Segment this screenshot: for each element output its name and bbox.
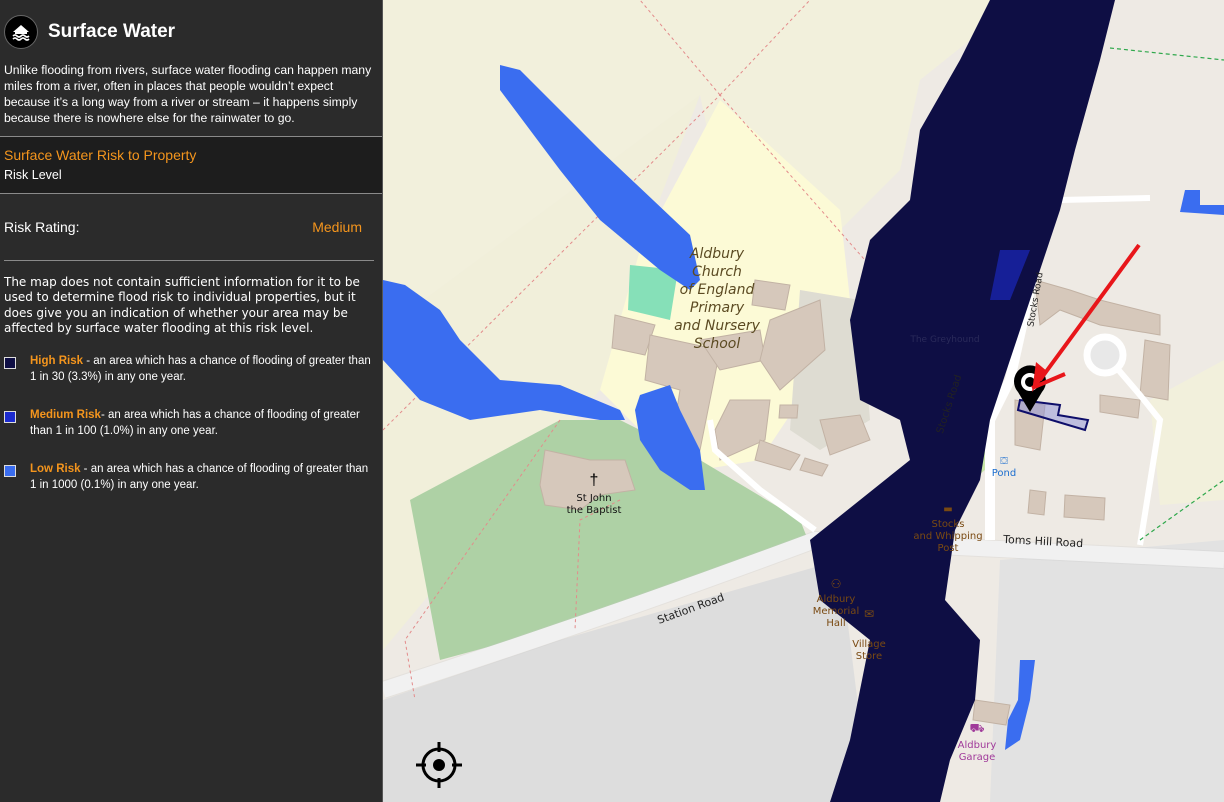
- svg-text:Store: Store: [856, 651, 882, 662]
- people-icon: ⚇: [831, 577, 842, 591]
- svg-text:Village: Village: [852, 639, 886, 650]
- legend-swatch-low: [4, 464, 16, 477]
- legend-swatch-medium: [4, 410, 16, 423]
- flood-map[interactable]: Aldbury Church of England Primary and Nu…: [383, 0, 1224, 802]
- disclaimer-text: The map does not contain sufficient info…: [4, 275, 360, 336]
- legend-key-low: Low Risk: [30, 462, 81, 475]
- legend-item-high: High Risk - an area which has a chance o…: [4, 353, 374, 385]
- church-cross-icon: †: [590, 472, 599, 489]
- legend-key-high: High Risk: [30, 354, 84, 367]
- legend-key-medium: Medium Risk: [30, 408, 101, 421]
- svg-text:St John: St John: [576, 493, 611, 504]
- svg-text:Garage: Garage: [959, 752, 996, 763]
- svg-text:School: School: [694, 336, 741, 352]
- risk-rating-label: Risk Rating:: [4, 219, 80, 235]
- svg-text:Hall: Hall: [826, 618, 845, 629]
- legend-swatch-high: [4, 356, 16, 369]
- legend-item-medium: Medium Risk- an area which has a chance …: [4, 407, 374, 439]
- legend-item-low: Low Risk - an area which has a chance of…: [4, 461, 374, 493]
- panel-header: Surface Water: [0, 0, 382, 49]
- legend: High Risk - an area which has a chance o…: [0, 353, 382, 493]
- pond-icon: ⛋: [1000, 456, 1008, 467]
- legend-text-low: - an area which has a chance of flooding…: [30, 462, 369, 491]
- section-subtitle: Risk Level: [4, 168, 62, 182]
- svg-text:Church: Church: [692, 264, 742, 280]
- risk-rating-value: Medium: [312, 219, 362, 235]
- svg-text:the Baptist: the Baptist: [567, 505, 622, 516]
- svg-text:Primary: Primary: [690, 300, 745, 316]
- post-icon: ✉: [864, 607, 874, 621]
- side-road: [1059, 195, 1151, 203]
- crosshair-locate-icon[interactable]: [414, 740, 464, 790]
- panel-title: Surface Water: [48, 21, 176, 42]
- svg-text:and Nursery: and Nursery: [674, 318, 761, 334]
- risk-rating-row: Risk Rating: Medium: [0, 194, 382, 260]
- svg-text:Aldbury: Aldbury: [689, 246, 745, 262]
- section-header: Surface Water Risk to Property Risk Leve…: [0, 137, 382, 193]
- intro-text: Unlike flooding from rivers, surface wat…: [4, 63, 372, 125]
- svg-text:and Whipping: and Whipping: [913, 531, 982, 542]
- svg-text:Pond: Pond: [992, 468, 1016, 479]
- house-water-icon: [4, 15, 38, 49]
- turning-circle: [1083, 333, 1127, 377]
- svg-text:Stocks: Stocks: [932, 519, 965, 530]
- pub-label: The Greyhound: [909, 335, 979, 345]
- svg-text:Memorial: Memorial: [813, 606, 859, 617]
- svg-text:of England: of England: [680, 282, 755, 298]
- svg-text:Aldbury: Aldbury: [958, 740, 997, 751]
- car-icon: ⛟: [969, 721, 984, 735]
- svg-text:Post: Post: [938, 543, 959, 554]
- section-title: Surface Water Risk to Property: [4, 147, 197, 163]
- info-panel: Surface Water Unlike flooding from river…: [0, 0, 383, 802]
- svg-text:Aldbury: Aldbury: [817, 594, 856, 605]
- stocks-icon: ▬: [943, 504, 952, 515]
